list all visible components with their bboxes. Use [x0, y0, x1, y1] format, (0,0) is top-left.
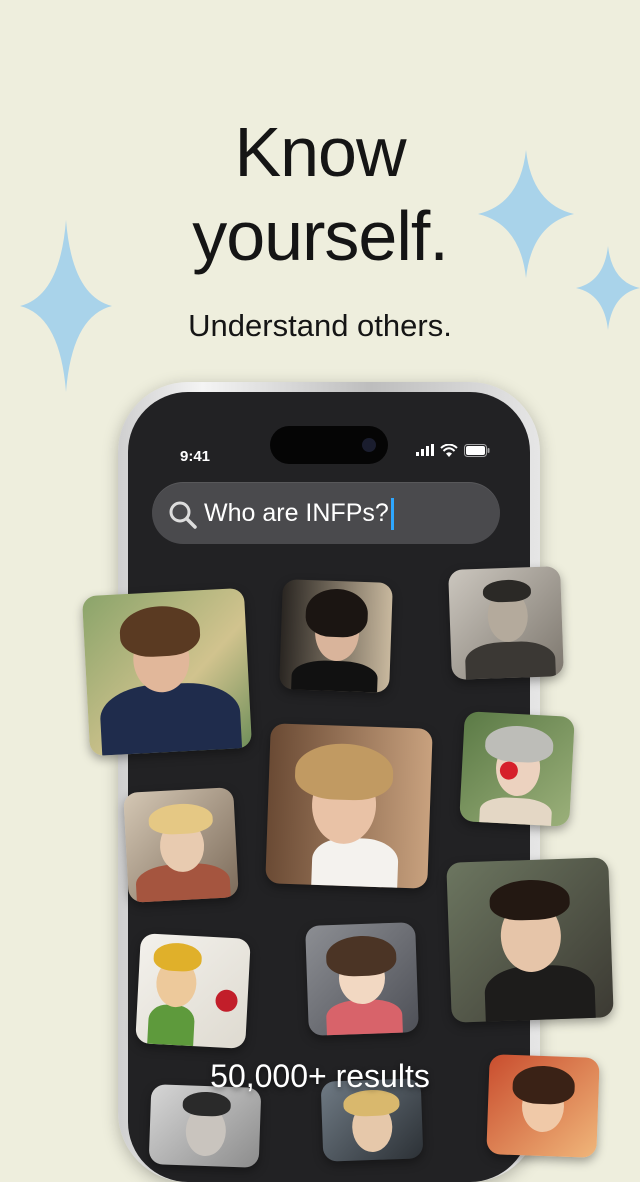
dynamic-island [270, 426, 388, 464]
headline-line-2: yourself. [192, 197, 449, 275]
photo-tile-8[interactable] [135, 933, 251, 1049]
photo-tile-10[interactable] [148, 1084, 262, 1168]
search-icon [169, 501, 197, 529]
search-bar[interactable]: Who are INFPs? [152, 482, 500, 544]
search-input[interactable]: Who are INFPs? [204, 498, 394, 531]
battery-icon [464, 443, 490, 457]
status-icons [416, 440, 490, 460]
search-query: Who are INFPs? [204, 499, 389, 527]
photo-tile-9[interactable] [305, 922, 419, 1036]
signal-icon [416, 444, 434, 456]
photo-tile-4[interactable] [265, 723, 433, 889]
text-cursor [390, 498, 394, 531]
camera-icon [362, 438, 376, 452]
results-count: 50,000+ results [210, 1058, 430, 1094]
photo-tile-6[interactable] [123, 787, 239, 903]
photo-tile-1[interactable] [81, 587, 253, 757]
wifi-icon [440, 443, 458, 457]
subtitle: Understand others. [188, 308, 452, 343]
photo-tile-5[interactable] [459, 711, 575, 827]
status-time: 9:41 [180, 448, 211, 465]
photo-tile-7[interactable] [446, 857, 614, 1023]
headline-line-1: Know [234, 113, 406, 191]
photo-tile-3[interactable] [448, 566, 564, 680]
photo-tile-2[interactable] [279, 579, 393, 693]
